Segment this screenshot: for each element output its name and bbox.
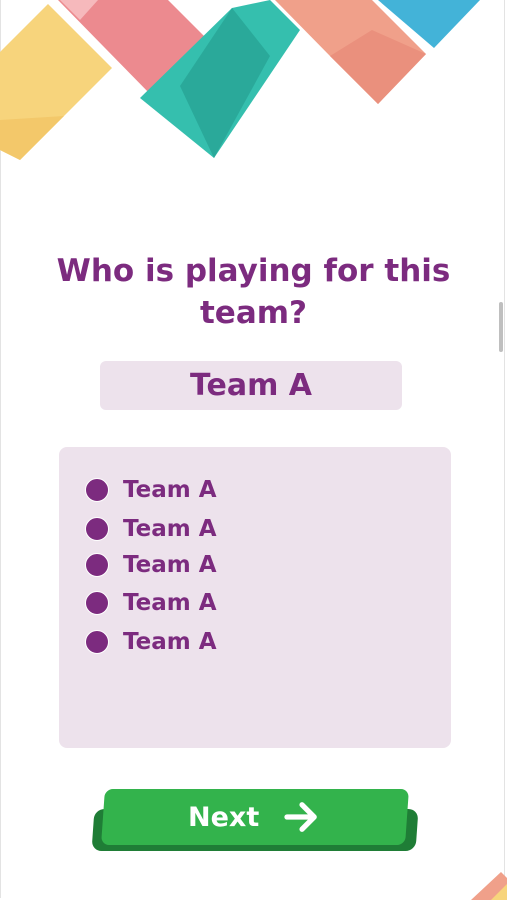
decorative-header-banner [0, 0, 480, 160]
next-button-label: Next [188, 801, 260, 833]
next-button[interactable]: Next [101, 789, 409, 845]
team-name-text: Team A [190, 368, 312, 403]
option-label[interactable]: Team A [123, 477, 217, 503]
option-1[interactable]: Team A [85, 477, 217, 503]
next-button-container: Next [91, 789, 419, 855]
option-label[interactable]: Team A [123, 552, 217, 578]
radio-dot-icon[interactable] [85, 591, 109, 615]
option-3[interactable]: Team A [85, 552, 217, 578]
option-4[interactable]: Team A [85, 590, 217, 616]
team-name-label: Team A [100, 361, 402, 410]
option-2[interactable]: Team A [85, 516, 217, 542]
option-label[interactable]: Team A [123, 629, 217, 655]
options-panel: Team A Team A Team A Team A Team A [59, 447, 451, 748]
radio-dot-icon[interactable] [85, 478, 109, 502]
option-label[interactable]: Team A [123, 516, 217, 542]
next-button-content: Next [188, 801, 321, 833]
question-heading: Who is playing for this team? [56, 253, 451, 331]
option-label[interactable]: Team A [123, 590, 217, 616]
radio-dot-icon[interactable] [85, 517, 109, 541]
arrow-right-icon [284, 802, 318, 832]
decorative-corner-tiles [471, 872, 507, 900]
radio-dot-icon[interactable] [85, 630, 109, 654]
vertical-scrollbar[interactable] [499, 302, 503, 352]
decorative-yellow-tile-shade [0, 116, 64, 160]
option-5[interactable]: Team A [85, 629, 217, 655]
radio-dot-icon[interactable] [85, 553, 109, 577]
